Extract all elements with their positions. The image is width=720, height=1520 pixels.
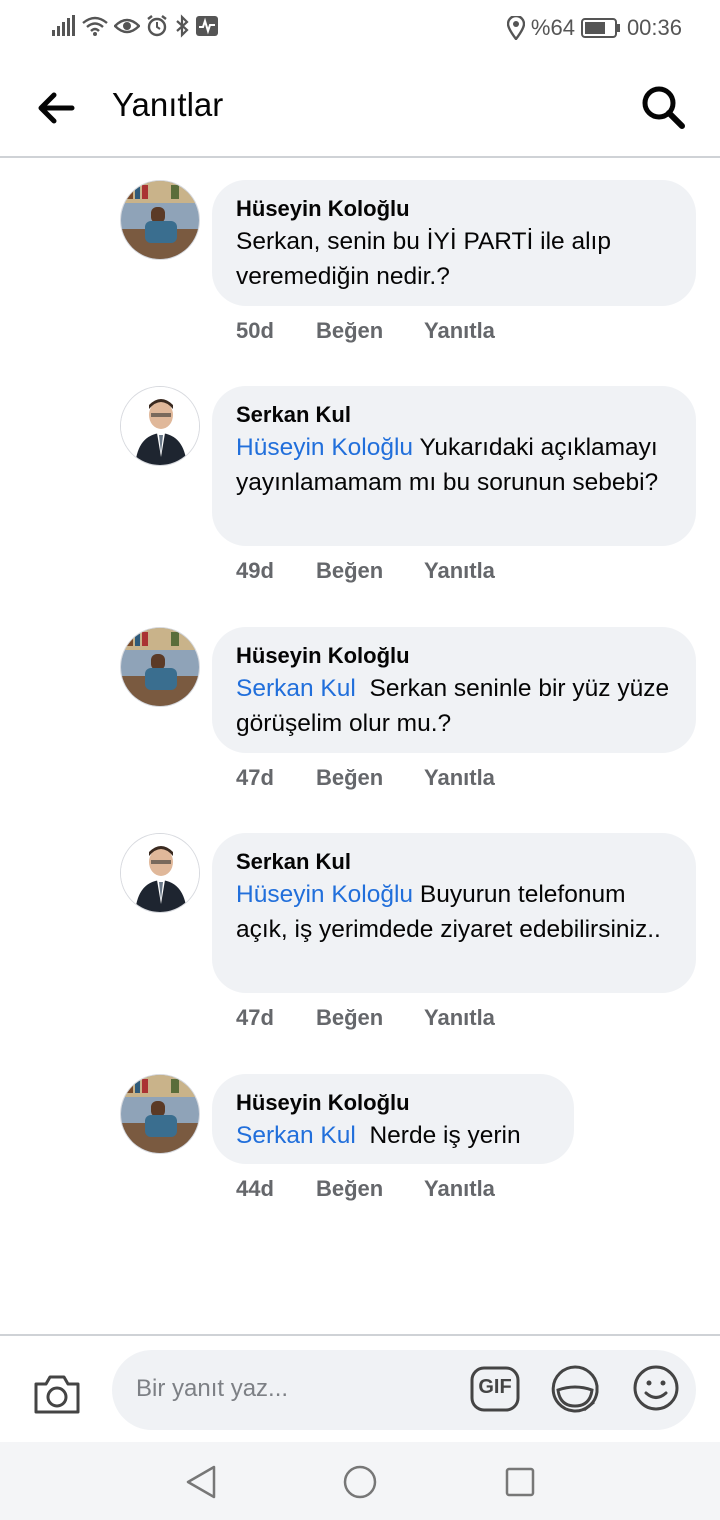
circle-home-icon: [343, 1465, 377, 1499]
like-button[interactable]: Beğen: [316, 1176, 424, 1202]
arrow-left-icon: [38, 92, 75, 124]
avatar-photo-icon: [121, 628, 199, 706]
back-button[interactable]: [36, 90, 76, 126]
activity-icon: [196, 16, 218, 36]
comment-time: 44d: [236, 1176, 274, 1201]
like-button[interactable]: Beğen: [316, 558, 424, 584]
comment-text: Hüseyin Koloğlu Yukarıdaki açıklamayı ya…: [236, 430, 672, 500]
comment-author[interactable]: Serkan Kul: [236, 847, 672, 877]
comment-time: 47d: [236, 1005, 274, 1030]
comment-text: Serkan Kul Serkan seninle bir yüz yüze g…: [236, 671, 672, 741]
comment-time: 49d: [236, 558, 274, 583]
avatar[interactable]: [120, 386, 200, 466]
gif-label: GIF: [478, 1376, 512, 1398]
status-icons-left: [52, 14, 219, 38]
avatar-photo-icon: [121, 834, 199, 912]
wifi-icon: [82, 16, 108, 36]
like-button[interactable]: Beğen: [316, 765, 424, 791]
nav-home-button[interactable]: [342, 1464, 378, 1500]
avatar[interactable]: [120, 627, 200, 707]
clock: 00:36: [626, 15, 682, 40]
avatar-photo-icon: [121, 181, 199, 259]
comment-time: 50d: [236, 318, 274, 343]
nav-back-button[interactable]: [184, 1464, 218, 1500]
reply-button[interactable]: Yanıtla: [424, 318, 495, 344]
avatar[interactable]: [120, 180, 200, 260]
battery-icon: [580, 18, 620, 38]
signal-icon: [52, 15, 75, 36]
status-icons-right: %64 00:36: [506, 14, 682, 42]
sticker-icon: [551, 1365, 599, 1413]
square-recents-icon: [505, 1467, 535, 1497]
reply-input[interactable]: [136, 1370, 456, 1408]
search-button[interactable]: [640, 84, 686, 130]
camera-icon: [34, 1375, 80, 1414]
comment-body: Nerde iş yerin: [369, 1122, 521, 1149]
location-icon: [506, 16, 525, 40]
reply-button[interactable]: Yanıtla: [424, 765, 495, 791]
comment-bubble[interactable]: Hüseyin Koloğlu Serkan Kul Serkan seninl…: [212, 627, 696, 753]
reply-field-wrapper: GIF: [112, 1350, 696, 1430]
reply-button[interactable]: Yanıtla: [424, 1005, 495, 1031]
comment-author[interactable]: Hüseyin Koloğlu: [236, 1088, 550, 1118]
comment-bubble[interactable]: Serkan Kul Hüseyin Koloğlu Yukarıdaki aç…: [212, 386, 696, 546]
comment-author[interactable]: Serkan Kul: [236, 400, 672, 430]
status-bar: %64 00:36: [0, 0, 720, 56]
comment-actions: 49d Beğen Yanıtla: [236, 558, 495, 584]
mention-link[interactable]: Serkan Kul: [236, 1122, 356, 1149]
comment-actions: 50d Beğen Yanıtla: [236, 318, 495, 344]
sticker-button[interactable]: [550, 1364, 600, 1414]
app-header: Yanıtlar: [0, 56, 720, 158]
emoji-icon: [633, 1365, 679, 1411]
comment-body: Serkan, senin bu İYİ PARTİ ile alıp vere…: [236, 228, 611, 290]
eye-icon: [114, 18, 140, 34]
mention-link[interactable]: Hüseyin Koloğlu: [236, 881, 413, 908]
comment-actions: 47d Beğen Yanıtla: [236, 1005, 495, 1031]
emoji-button[interactable]: [632, 1364, 680, 1412]
avatar-photo-icon: [121, 387, 199, 465]
avatar[interactable]: [120, 833, 200, 913]
reply-button[interactable]: Yanıtla: [424, 1176, 495, 1202]
page-title: Yanıtlar: [112, 86, 224, 123]
comment-bubble[interactable]: Serkan Kul Hüseyin Koloğlu Buyurun telef…: [212, 833, 696, 993]
comment-actions: 47d Beğen Yanıtla: [236, 765, 495, 791]
like-button[interactable]: Beğen: [316, 1005, 424, 1031]
avatar-photo-icon: [121, 1075, 199, 1153]
mention-link[interactable]: Hüseyin Koloğlu: [236, 434, 413, 461]
mention-link[interactable]: Serkan Kul: [236, 675, 356, 702]
comment-author[interactable]: Hüseyin Koloğlu: [236, 194, 672, 224]
like-button[interactable]: Beğen: [316, 318, 424, 344]
comment-actions: 44d Beğen Yanıtla: [236, 1176, 495, 1202]
nav-recents-button[interactable]: [504, 1466, 536, 1498]
search-icon: [642, 86, 685, 129]
comment-author[interactable]: Hüseyin Koloğlu: [236, 641, 672, 671]
camera-button[interactable]: [32, 1372, 82, 1416]
comment-time: 47d: [236, 765, 274, 790]
comment-text: Serkan Kul Nerde iş yerin: [236, 1118, 550, 1153]
bluetooth-icon: [176, 14, 189, 38]
comment-bubble[interactable]: Hüseyin Koloğlu Serkan Kul Nerde iş yeri…: [212, 1074, 574, 1164]
avatar[interactable]: [120, 1074, 200, 1154]
reply-button[interactable]: Yanıtla: [424, 558, 495, 584]
comment-text: Hüseyin Koloğlu Buyurun telefonum açık, …: [236, 877, 672, 947]
battery-percent: %64: [530, 15, 575, 40]
triangle-back-icon: [186, 1465, 216, 1499]
alarm-icon: [147, 15, 167, 37]
comment-bubble[interactable]: Hüseyin Koloğlu Serkan, senin bu İYİ PAR…: [212, 180, 696, 306]
system-nav-bar: [0, 1442, 720, 1520]
gif-button[interactable]: GIF: [470, 1366, 520, 1412]
comment-text: Serkan, senin bu İYİ PARTİ ile alıp vere…: [236, 224, 672, 294]
reply-composer: GIF: [0, 1334, 720, 1442]
